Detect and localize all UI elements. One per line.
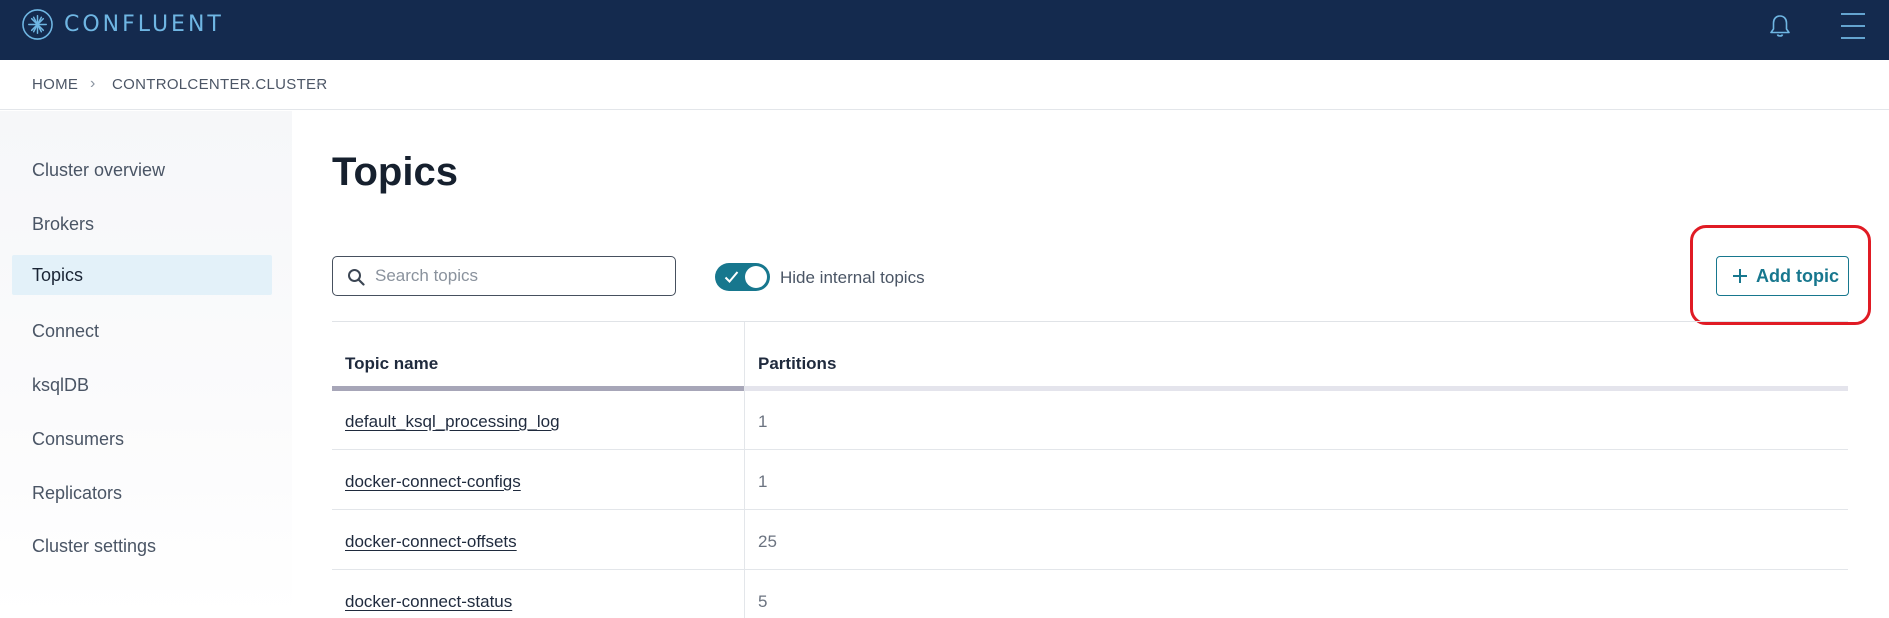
partitions-value: 5 (758, 592, 768, 611)
column-header-partitions[interactable]: Partitions (758, 354, 836, 374)
partitions-value: 25 (758, 532, 777, 551)
partitions-value: 1 (758, 472, 768, 491)
sidebar-item-ksqldb[interactable]: ksqlDB (12, 365, 272, 405)
page-title: Topics (332, 150, 458, 194)
topic-link[interactable]: docker-connect-status (345, 592, 512, 612)
row-divider (332, 509, 1848, 510)
column-divider (744, 322, 745, 618)
top-navigation-bar: CONFLUENT (0, 0, 1889, 60)
sidebar: Cluster overview Brokers Topics Connect … (0, 111, 292, 618)
sidebar-item-brokers[interactable]: Brokers (12, 204, 272, 244)
topic-link[interactable]: docker-connect-offsets (345, 532, 517, 552)
search-box (332, 256, 676, 296)
bell-icon[interactable] (1766, 12, 1794, 40)
column-header-topic-name[interactable]: Topic name (345, 354, 438, 374)
search-icon (348, 269, 365, 286)
row-divider (332, 569, 1848, 570)
header-underline (745, 386, 1848, 391)
search-input[interactable] (375, 263, 665, 289)
table-top-border (332, 321, 1848, 322)
partitions-value: 1 (758, 412, 768, 431)
sidebar-item-topics[interactable]: Topics (12, 255, 272, 295)
topic-link[interactable]: docker-connect-configs (345, 472, 521, 492)
breadcrumb-home[interactable]: HOME (32, 76, 78, 93)
sidebar-item-connect[interactable]: Connect (12, 311, 272, 351)
toggle-label: Hide internal topics (780, 268, 925, 287)
chevron-right-icon: › (90, 75, 96, 92)
confluent-logo[interactable]: CONFLUENT (21, 8, 224, 41)
logo-text: CONFLUENT (64, 12, 224, 37)
sort-indicator (332, 386, 744, 391)
toggle-knob (745, 266, 767, 288)
sidebar-item-consumers[interactable]: Consumers (12, 419, 272, 459)
checkmark-icon (724, 271, 739, 283)
sidebar-item-cluster-overview[interactable]: Cluster overview (12, 150, 272, 190)
add-topic-label: Add topic (1756, 265, 1839, 286)
hamburger-menu-icon[interactable] (1839, 10, 1867, 42)
plus-icon (1733, 269, 1747, 283)
row-divider (332, 449, 1848, 450)
topic-link[interactable]: default_ksql_processing_log (345, 412, 560, 432)
add-topic-button[interactable]: Add topic (1716, 256, 1849, 296)
breadcrumb: HOME › CONTROLCENTER.CLUSTER › (0, 60, 1889, 110)
breadcrumb-cluster[interactable]: CONTROLCENTER.CLUSTER (112, 76, 328, 93)
confluent-logo-icon (22, 9, 53, 40)
chevron-right-icon: › (316, 75, 322, 92)
sidebar-item-cluster-settings[interactable]: Cluster settings (12, 526, 272, 566)
hide-internal-topics-toggle[interactable] (715, 263, 770, 291)
sidebar-item-replicators[interactable]: Replicators (12, 473, 272, 513)
